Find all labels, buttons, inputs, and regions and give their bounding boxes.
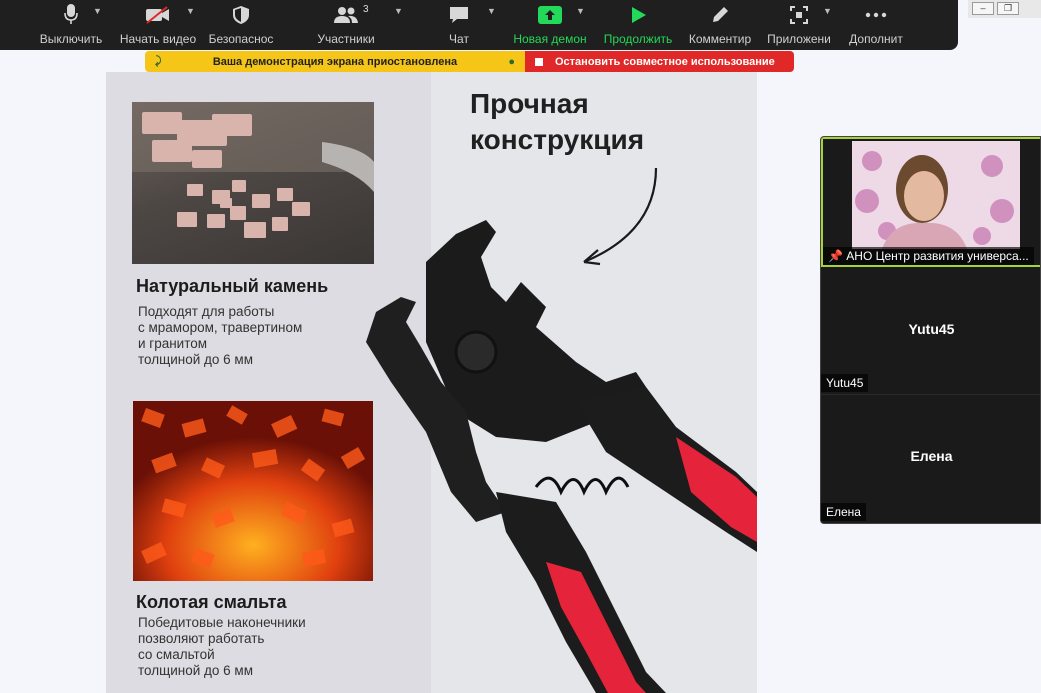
share-status-banner: ⤸ Ваша демонстрация экрана приостановлен… [145, 51, 794, 72]
stop-share-button[interactable]: Остановить совместное использование [525, 51, 794, 72]
microphone-icon [64, 0, 78, 30]
annotate-button[interactable]: Комментир [688, 0, 752, 50]
video-off-icon [145, 0, 171, 30]
chat-button[interactable]: Чат [444, 0, 474, 50]
participant-name-tag: Елена [821, 503, 866, 521]
minimize-icon[interactable]: – [972, 2, 994, 15]
more-button[interactable]: Дополнит [848, 0, 904, 50]
participant-tile-active-speaker[interactable]: 📌 АНО Центр развития универса... [821, 137, 1040, 267]
participant-tile[interactable]: Yutu45 Yutu45 [821, 268, 1040, 395]
shield-check-icon: ● [508, 55, 515, 68]
mute-label: Выключить [39, 32, 103, 46]
shield-icon [232, 0, 250, 30]
participants-options-chevron-icon[interactable]: ▼ [394, 6, 403, 16]
stop-square-icon [535, 57, 543, 66]
slide-title: Прочная конструкция [470, 88, 645, 155]
start-video-label: Начать видео [119, 32, 197, 46]
chat-label: Чат [449, 32, 469, 46]
paused-text: Ваша демонстрация экрана приостановлена [212, 55, 458, 68]
chat-options-chevron-icon[interactable]: ▼ [487, 6, 496, 16]
video-options-chevron-icon[interactable]: ▼ [186, 6, 195, 16]
participant-video [852, 141, 1020, 249]
apps-icon [789, 0, 809, 30]
tile-nipper-pliers-image [366, 220, 757, 693]
resume-label: Продолжить [603, 32, 673, 46]
paused-banner: ⤸ Ваша демонстрация экрана приостановлен… [145, 51, 525, 72]
participant-name-tag: Yutu45 [821, 374, 869, 392]
natural-stone-photo [132, 102, 374, 264]
mute-options-chevron-icon[interactable]: ▼ [93, 6, 102, 16]
participant-name-tag: 📌 АНО Центр развития универса... [823, 247, 1034, 265]
more-label: Дополнит [849, 32, 903, 46]
share-options-chevron-icon[interactable]: ▼ [576, 6, 585, 16]
participant-big-name: Елена [910, 448, 953, 464]
arrow-icon: ⤸ [155, 55, 162, 67]
participant1-name: АНО Центр развития универса... [846, 249, 1029, 263]
meeting-toolbar: Выключить ▼ Начать видео ▼ Безопаснос Уч… [0, 0, 958, 50]
pin-icon: 📌 [828, 249, 843, 263]
apps-label: Приложени [767, 32, 831, 46]
participants-gallery: 📌 АНО Центр развития универса... Yutu45 … [820, 136, 1041, 524]
participants-label: Участники [317, 32, 375, 46]
more-dots-icon [865, 0, 887, 30]
smalt-heading: Колотая смальта [136, 592, 287, 612]
apps-options-chevron-icon[interactable]: ▼ [823, 6, 832, 16]
participant-big-name: Yutu45 [908, 321, 955, 337]
window-controls: – ❐ [968, 0, 1041, 18]
participant-tile[interactable]: Елена Елена [821, 396, 1040, 523]
annotate-label: Комментир [688, 32, 752, 46]
security-button[interactable]: Безопаснос [208, 0, 274, 50]
stop-share-text: Остановить совместное использование [555, 55, 775, 68]
resume-share-button[interactable]: Продолжить [602, 0, 674, 50]
shared-screen: Натуральный камень Подходят для работы с… [106, 72, 757, 693]
new-share-label: Новая демон [513, 32, 587, 46]
share-screen-icon [538, 0, 562, 30]
pencil-icon [710, 0, 730, 30]
participants-count: 3 [363, 4, 369, 15]
participants-icon [333, 0, 359, 30]
chat-icon [448, 0, 470, 30]
start-video-button[interactable]: Начать видео [120, 0, 196, 50]
natural-stone-heading: Натуральный камень [136, 276, 329, 296]
play-icon [629, 0, 647, 30]
security-label: Безопаснос [208, 32, 274, 46]
smalt-photo [133, 401, 373, 581]
restore-icon[interactable]: ❐ [997, 2, 1019, 15]
